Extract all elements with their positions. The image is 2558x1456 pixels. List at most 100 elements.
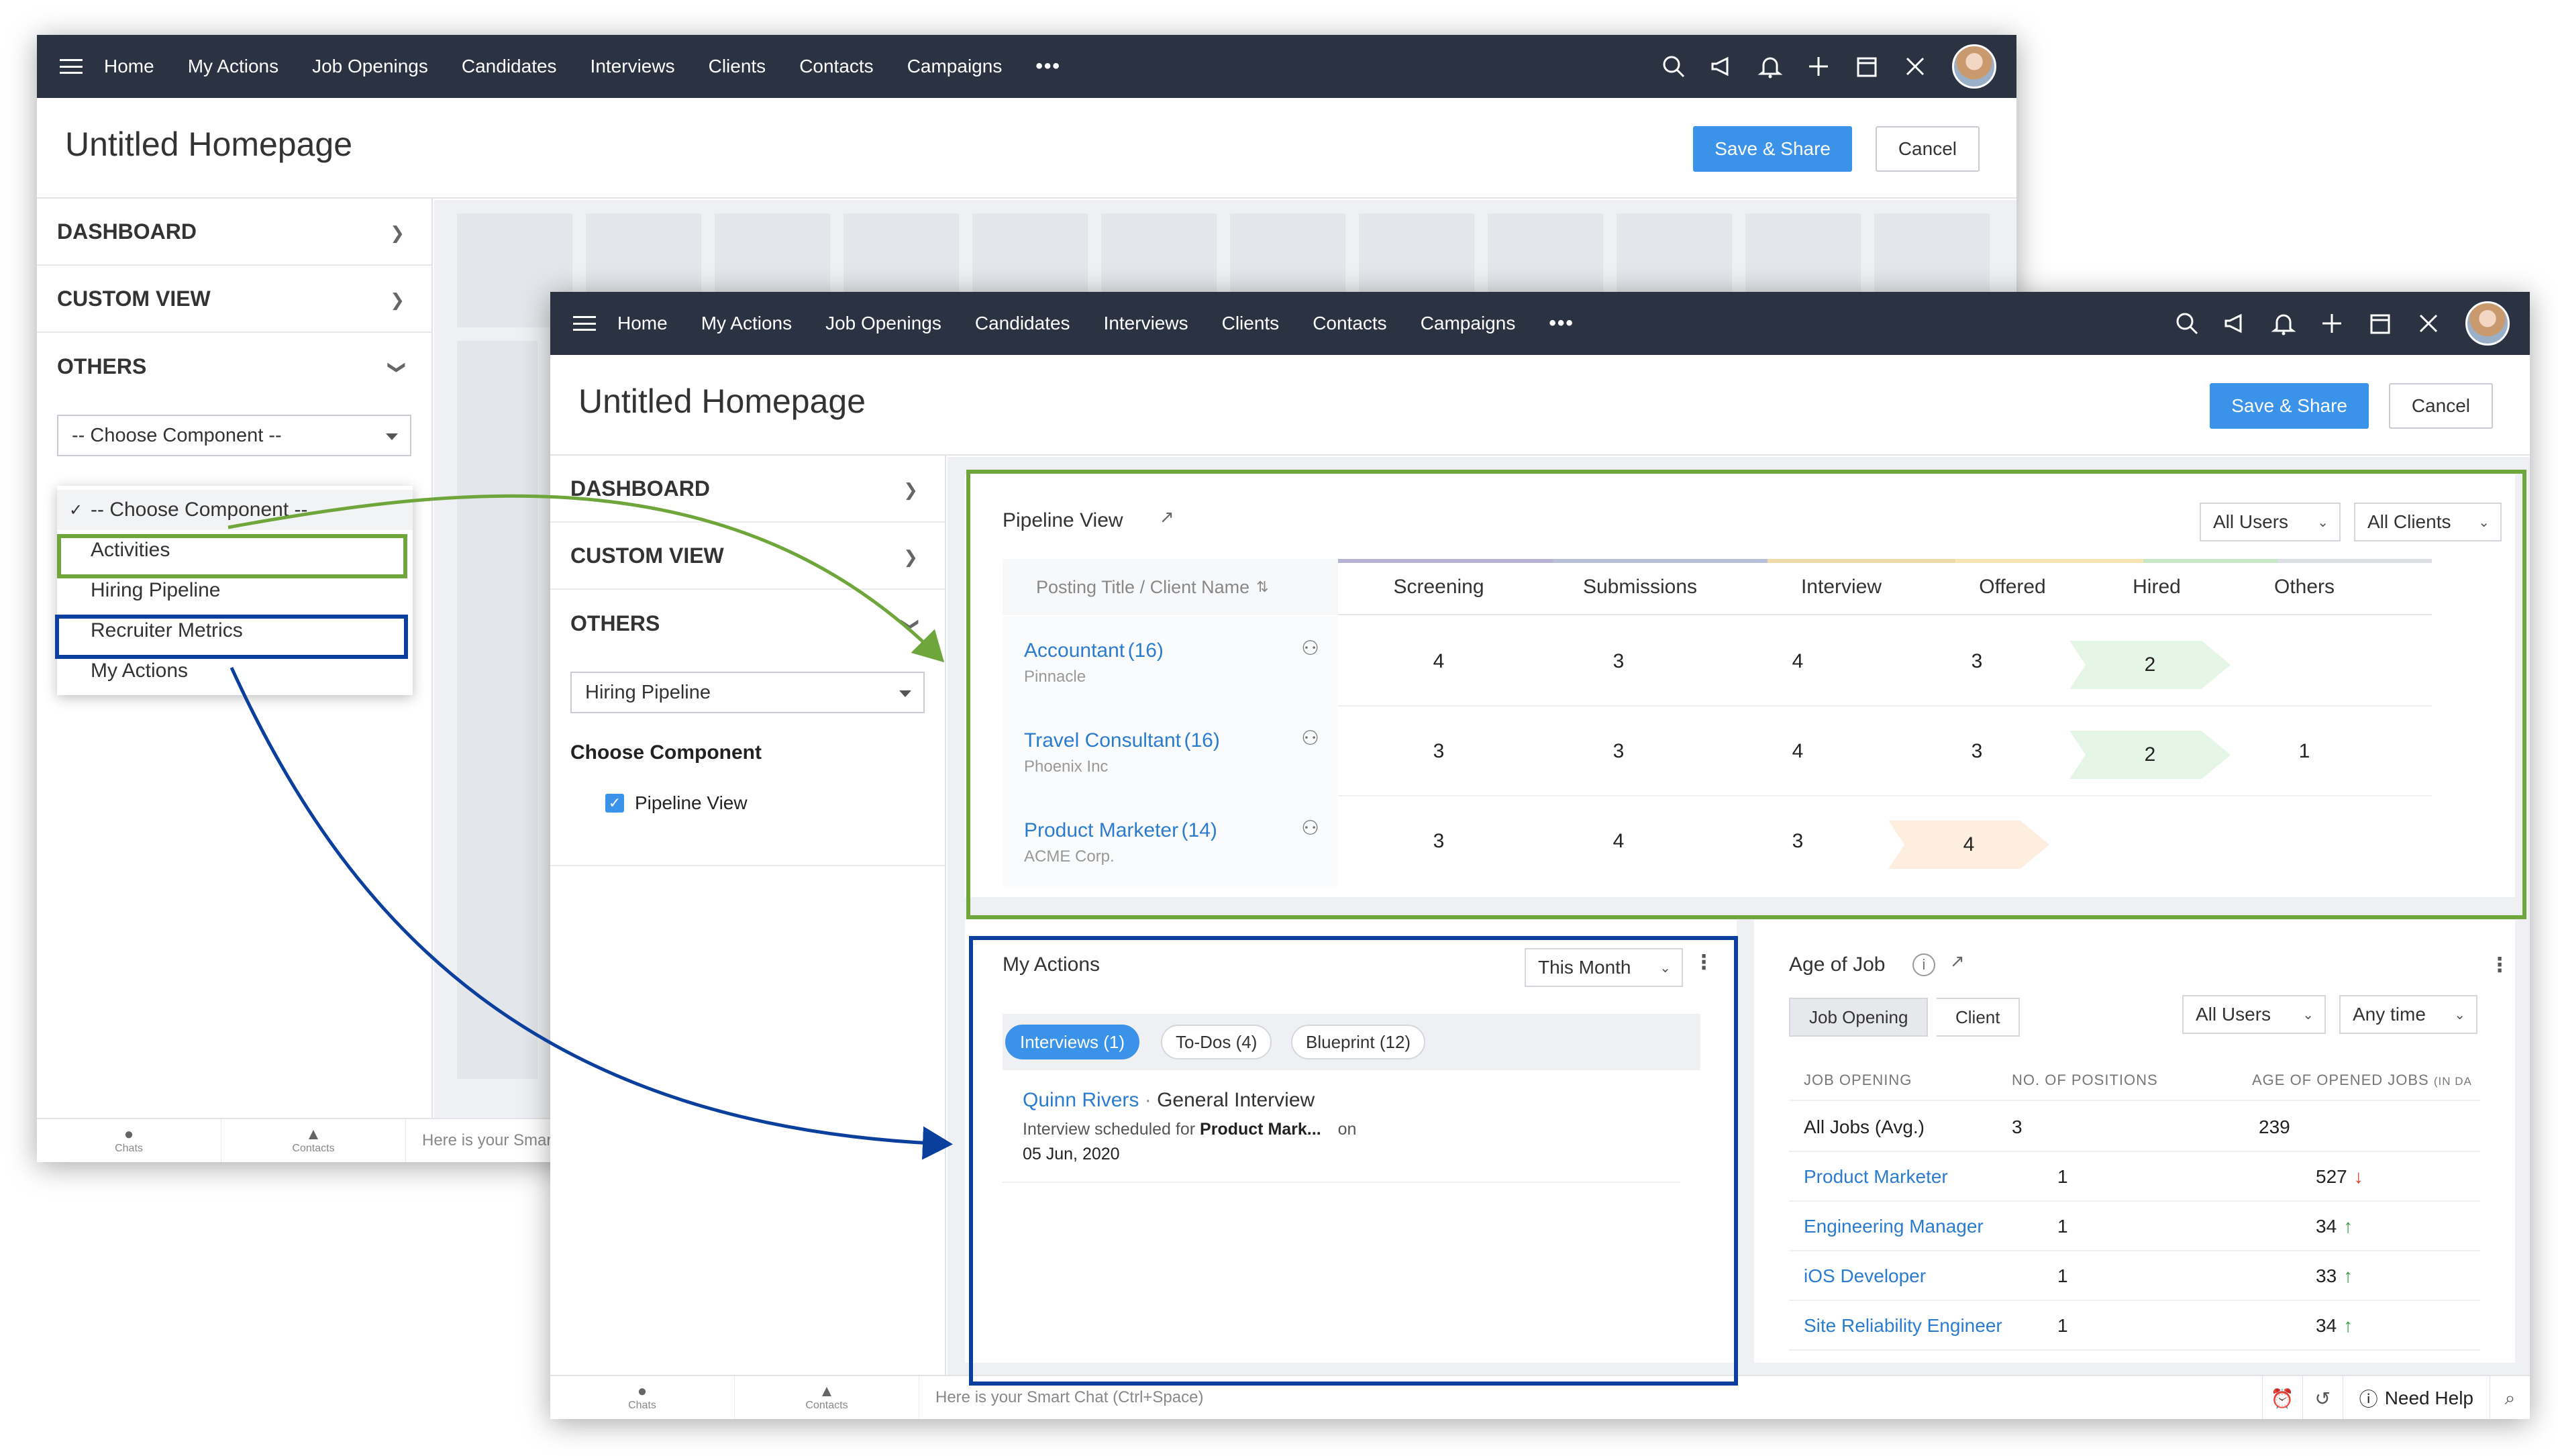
nav-contacts[interactable]: Contacts xyxy=(799,56,874,77)
history-icon[interactable]: ↺ xyxy=(2302,1376,2343,1419)
sidebar-custom-view[interactable]: CUSTOM VIEW ❯ xyxy=(550,523,945,590)
posting-title[interactable]: Accountant (16) xyxy=(1024,639,1338,662)
expand-icon[interactable]: ↗ xyxy=(1160,507,1174,527)
age-job-link[interactable]: Engineering Manager xyxy=(1804,1202,1984,1251)
candidate-link[interactable]: Quinn Rivers xyxy=(1023,1089,1139,1111)
nav-job-openings[interactable]: Job Openings xyxy=(825,313,941,334)
nav-contacts[interactable]: Contacts xyxy=(1313,313,1387,334)
cell-interview[interactable]: 4 xyxy=(1747,707,1848,796)
need-help-button[interactable]: ⓘ Need Help xyxy=(2342,1376,2490,1419)
nav-interviews[interactable]: Interviews xyxy=(591,56,675,77)
add-person-icon[interactable]: ⚇ xyxy=(1301,727,1319,750)
segment-client[interactable]: Client xyxy=(1937,998,2020,1037)
cell-screening[interactable]: 4 xyxy=(1388,617,1489,707)
nav-job-openings[interactable]: Job Openings xyxy=(312,56,428,77)
save-share-button[interactable]: Save & Share xyxy=(2210,383,2369,429)
cell-offered[interactable]: 3 xyxy=(1927,617,2027,707)
cell-submissions[interactable]: 4 xyxy=(1568,796,1669,886)
posting-link[interactable]: Travel Consultant xyxy=(1024,729,1181,751)
add-person-icon[interactable]: ⚇ xyxy=(1301,637,1319,660)
age-job-link[interactable]: Site Reliability Engineer xyxy=(1804,1301,2002,1351)
sidebar-dashboard[interactable]: DASHBOARD ❯ xyxy=(550,456,945,523)
more-options-icon[interactable]: ⋮ xyxy=(2490,953,2510,977)
search-icon[interactable] xyxy=(2173,309,2201,337)
smart-chat-input[interactable]: Here is your Smart Chat (Ctrl+Space) xyxy=(919,1388,1203,1407)
tools-icon[interactable] xyxy=(1901,52,1929,81)
chats-tab[interactable]: ● Chats xyxy=(37,1119,221,1162)
posting-title[interactable]: Product Marketer (14) xyxy=(1024,819,1338,842)
action-item[interactable]: Quinn Rivers · General Interview Intervi… xyxy=(1003,1089,1680,1183)
more-options-icon[interactable]: ⋮ xyxy=(1694,951,1714,974)
nav-my-actions[interactable]: My Actions xyxy=(701,313,792,334)
calendar-icon[interactable] xyxy=(2366,309,2394,337)
cell-hired-highlight[interactable]: 2 xyxy=(2069,641,2231,689)
plus-icon[interactable] xyxy=(2318,309,2346,337)
cell-submissions[interactable]: 3 xyxy=(1568,707,1669,796)
add-person-icon[interactable]: ⚇ xyxy=(1301,817,1319,840)
search-icon[interactable] xyxy=(1659,52,1688,81)
posting-link[interactable]: Product Marketer xyxy=(1024,819,1178,841)
tab-interviews[interactable]: Interviews (1) xyxy=(1005,1025,1140,1059)
info-icon[interactable]: i xyxy=(1912,953,1935,976)
component-select[interactable]: Hiring Pipeline xyxy=(570,672,925,713)
plus-icon[interactable] xyxy=(1804,52,1833,81)
more-options-icon[interactable]: ⋮ xyxy=(2528,508,2530,531)
dropdown-option-hiring-pipeline[interactable]: Hiring Pipeline xyxy=(57,570,413,611)
posting-link[interactable]: Accountant xyxy=(1024,639,1125,662)
action-desc-job[interactable]: Product Mark... xyxy=(1200,1120,1321,1139)
nav-more-icon[interactable]: ••• xyxy=(1549,312,1574,335)
sidebar-dashboard[interactable]: DASHBOARD ❯ xyxy=(37,199,431,266)
save-share-button[interactable]: Save & Share xyxy=(1693,126,1852,172)
chats-tab[interactable]: ● Chats xyxy=(550,1375,735,1419)
age-job-link[interactable]: iOS Developer xyxy=(1804,1251,1926,1301)
dropdown-option-choose[interactable]: ✓ -- Choose Component -- xyxy=(57,490,413,530)
nav-candidates[interactable]: Candidates xyxy=(462,56,557,77)
nav-campaigns[interactable]: Campaigns xyxy=(907,56,1003,77)
dropdown-option-recruiter-metrics[interactable]: Recruiter Metrics xyxy=(57,611,413,651)
search-icon[interactable]: ⌕ xyxy=(2490,1376,2530,1419)
smart-chat-input[interactable]: Here is your Smar xyxy=(406,1131,552,1150)
age-users-filter[interactable]: All Users ⌄ xyxy=(2182,995,2326,1034)
bell-icon[interactable] xyxy=(1756,52,1784,81)
contacts-tab[interactable]: ▲ Contacts xyxy=(221,1119,406,1162)
cell-screening[interactable]: 3 xyxy=(1388,707,1489,796)
dropdown-option-activities[interactable]: Activities xyxy=(57,530,413,570)
alarm-icon[interactable]: ⏰ xyxy=(2261,1376,2302,1419)
checkbox-checked-icon[interactable]: ✓ xyxy=(605,794,624,813)
pipeline-users-filter[interactable]: All Users ⌄ xyxy=(2200,503,2341,541)
cancel-button[interactable]: Cancel xyxy=(2388,383,2493,429)
pipeline-clients-filter[interactable]: All Clients ⌄ xyxy=(2354,503,2502,541)
cell-others[interactable] xyxy=(2254,617,2355,707)
nav-candidates[interactable]: Candidates xyxy=(975,313,1070,334)
nav-my-actions[interactable]: My Actions xyxy=(188,56,278,77)
sidebar-others[interactable]: OTHERS ❯ xyxy=(550,590,945,657)
cancel-button[interactable]: Cancel xyxy=(1875,126,1980,172)
nav-home[interactable]: Home xyxy=(104,56,154,77)
cell-submissions[interactable]: 3 xyxy=(1568,617,1669,707)
nav-campaigns[interactable]: Campaigns xyxy=(1421,313,1516,334)
nav-clients[interactable]: Clients xyxy=(1222,313,1280,334)
nav-more-icon[interactable]: ••• xyxy=(1035,55,1061,78)
tab-blueprint[interactable]: Blueprint (12) xyxy=(1291,1025,1426,1059)
hamburger-menu-icon[interactable] xyxy=(60,59,83,74)
cell-others[interactable]: 1 xyxy=(2254,707,2355,796)
segment-job-opening[interactable]: Job Opening xyxy=(1789,998,1929,1037)
tab-todos[interactable]: To-Dos (4) xyxy=(1161,1025,1272,1059)
sidebar-custom-view[interactable]: CUSTOM VIEW ❯ xyxy=(37,266,431,333)
contacts-tab[interactable]: ▲ Contacts xyxy=(735,1375,919,1419)
tools-icon[interactable] xyxy=(2414,309,2443,337)
posting-title[interactable]: Travel Consultant (16) xyxy=(1024,729,1338,752)
hamburger-menu-icon[interactable] xyxy=(573,316,596,331)
megaphone-icon[interactable] xyxy=(2221,309,2249,337)
choose-component-select[interactable]: -- Choose Component -- xyxy=(57,415,411,456)
nav-interviews[interactable]: Interviews xyxy=(1104,313,1188,334)
posting-title-column[interactable]: Posting Title / Client Name ⇅ xyxy=(1003,559,1338,615)
cell-interview[interactable]: 3 xyxy=(1747,796,1848,886)
expand-icon[interactable]: ↗ xyxy=(1950,951,1965,972)
user-avatar[interactable] xyxy=(2465,301,2510,346)
nav-home[interactable]: Home xyxy=(617,313,668,334)
nav-clients[interactable]: Clients xyxy=(709,56,766,77)
pipeline-view-option[interactable]: ✓ Pipeline View xyxy=(605,792,945,814)
bell-icon[interactable] xyxy=(2269,309,2298,337)
period-filter[interactable]: This Month ⌄ xyxy=(1525,948,1683,987)
